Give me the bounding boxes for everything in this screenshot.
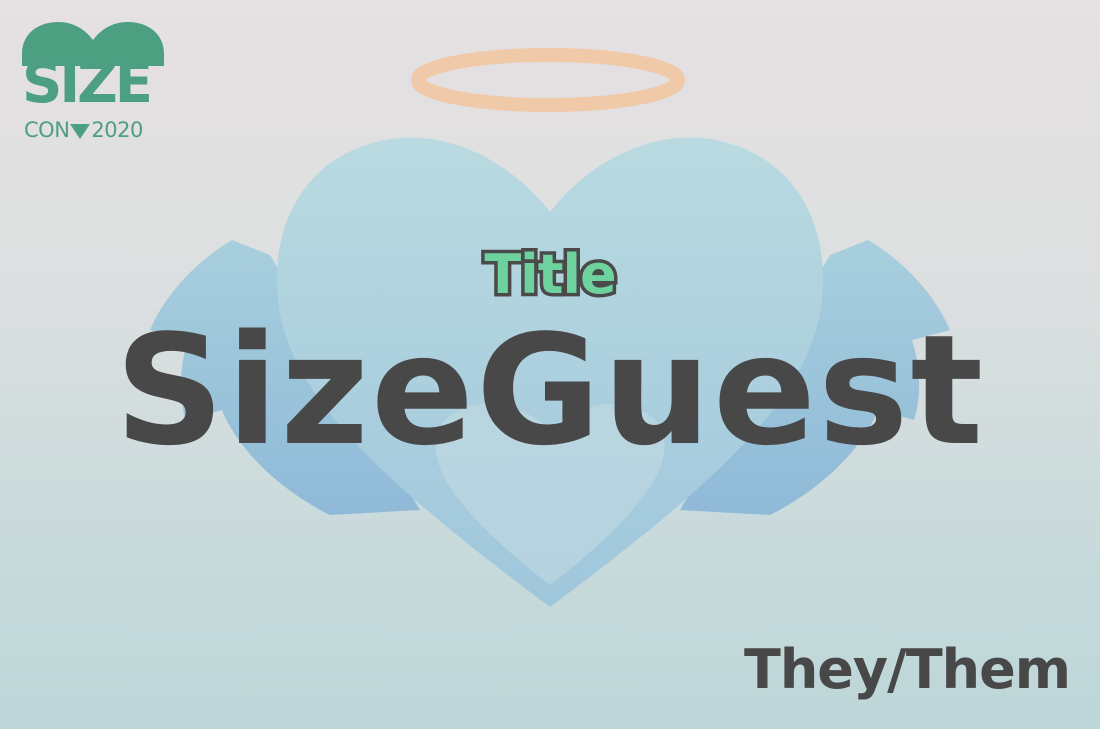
logo-subtitle: CON 2020 [24,119,143,141]
halo-icon [411,48,685,112]
badge-card: SIZE CON 2020 Title SizeGuest They/Them [0,0,1100,729]
badge-name: SizeGuest [114,302,986,479]
triangle-icon [70,124,91,139]
logo-title: SIZE [22,51,153,116]
badge-pronouns: They/Them [744,638,1071,701]
logo-con-text: CON [24,118,70,142]
logo-year-text: 2020 [91,118,143,142]
